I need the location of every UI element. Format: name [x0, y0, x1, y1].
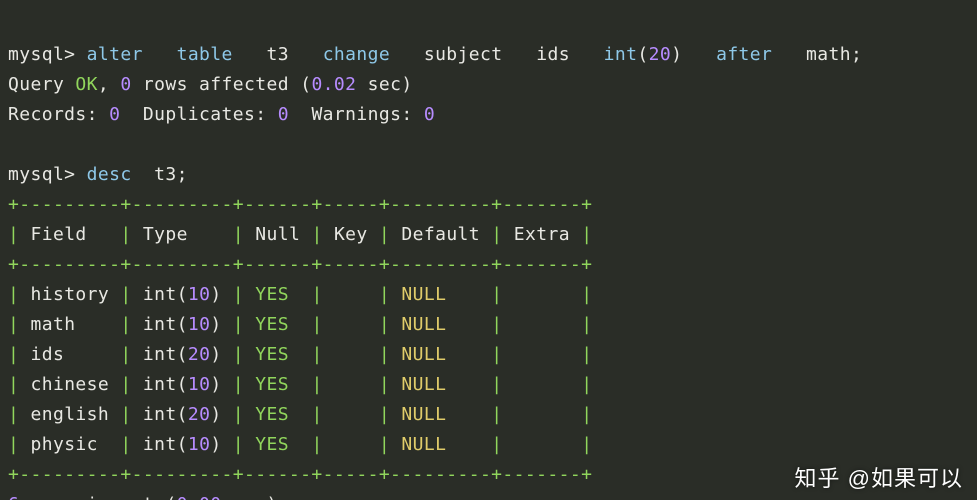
ident-t3: t3	[266, 44, 288, 65]
records-line: Records: 0 Duplicates: 0 Warnings: 0	[8, 104, 435, 125]
rowset-time: 0.00	[177, 494, 222, 500]
kw-change: change	[323, 44, 390, 65]
elapsed-time: 0.02	[311, 74, 356, 95]
table-border-top: +---------+---------+------+-----+------…	[8, 194, 592, 215]
terminal-output: mysql> alter table t3 change subject ids…	[0, 0, 977, 500]
table-row: | math | int(10) | YES | | NULL | |	[8, 314, 592, 335]
semicolon: ;	[851, 44, 862, 65]
ident-math: math	[806, 44, 851, 65]
sql-command-line-2: mysql> desc t3;	[8, 164, 188, 185]
kw-after: after	[716, 44, 772, 65]
sql-command-line: mysql> alter table t3 change subject ids…	[8, 44, 862, 65]
kw-table: table	[177, 44, 233, 65]
table-header-row: | Field | Type | Null | Key | Default | …	[8, 224, 592, 245]
prompt: mysql>	[8, 44, 75, 65]
table-body: | history | int(10) | YES | | NULL | | |…	[8, 284, 592, 455]
watermark-text: 知乎 @如果可以	[795, 464, 963, 494]
rows-count: 0	[120, 74, 131, 95]
table-border-mid: +---------+---------+------+-----+------…	[8, 254, 592, 275]
prompt: mysql>	[8, 164, 75, 185]
rowset-count: 6	[8, 494, 19, 500]
ident-t3b: t3	[154, 164, 176, 185]
ident-ids: ids	[536, 44, 570, 65]
kw-desc: desc	[87, 164, 132, 185]
kw-int: int	[604, 44, 638, 65]
query-ok-line: Query OK, 0 rows affected (0.02 sec)	[8, 74, 413, 95]
table-border-bot: +---------+---------+------+-----+------…	[8, 464, 592, 485]
table-row: | ids | int(20) | YES | | NULL | |	[8, 344, 592, 365]
table-row: | english | int(20) | YES | | NULL | |	[8, 404, 592, 425]
table-row: | history | int(10) | YES | | NULL | |	[8, 284, 592, 305]
kw-alter: alter	[87, 44, 143, 65]
rows-in-set-line: 6 rows in set (0.00 sec)	[8, 494, 278, 500]
ident-subject: subject	[424, 44, 503, 65]
ok-text: OK	[75, 74, 97, 95]
table-row: | chinese | int(10) | YES | | NULL | |	[8, 374, 592, 395]
int-size: 20	[649, 44, 671, 65]
table-row: | physic | int(10) | YES | | NULL | |	[8, 434, 592, 455]
